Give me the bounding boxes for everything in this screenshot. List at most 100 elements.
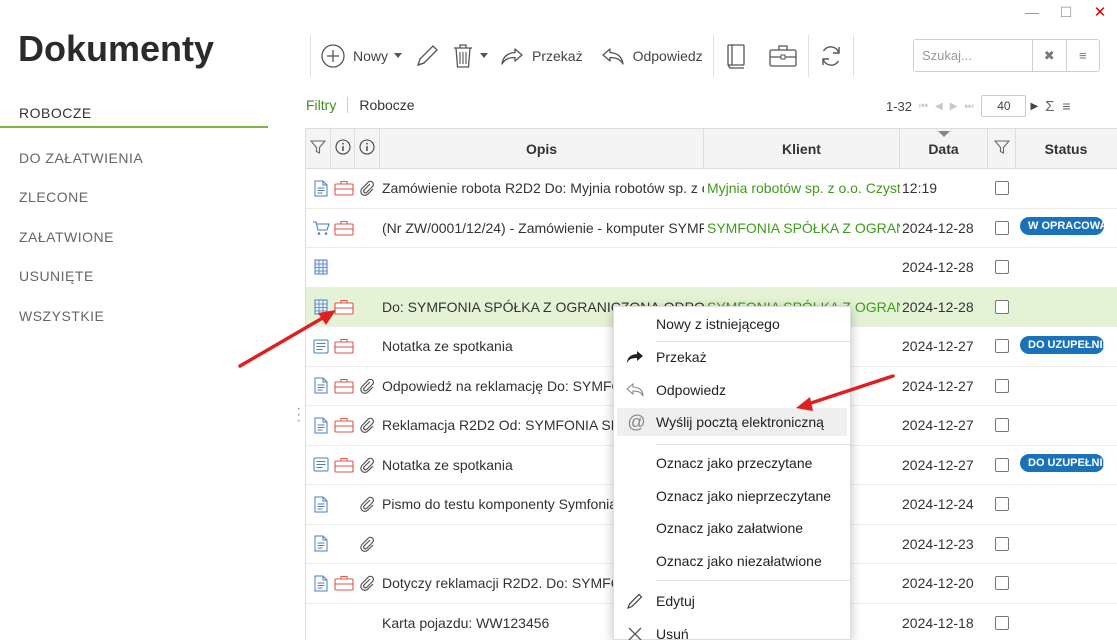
data-cell: 2024-12-27: [902, 417, 974, 434]
register-book-button[interactable]: [718, 35, 754, 77]
row-checkbox[interactable]: [995, 181, 1009, 196]
row-checkbox[interactable]: [995, 378, 1009, 393]
sum-icon[interactable]: Σ: [1045, 98, 1054, 115]
row-icons: [306, 178, 380, 198]
klient-cell[interactable]: Myjnia robotów sp. z o.o. Czysta: [704, 180, 900, 196]
first-page-icon[interactable]: ⏮: [919, 101, 928, 112]
menu-item-mark-read[interactable]: Oznacz jako przeczytane: [614, 449, 850, 477]
empty-icon-slot: [335, 494, 354, 514]
row-checkbox[interactable]: [995, 615, 1009, 630]
columns-menu-icon[interactable]: ≡: [1062, 98, 1070, 114]
info-column-header-2[interactable]: [355, 129, 380, 168]
row-checkbox[interactable]: [995, 536, 1009, 551]
empty-icon-slot: [335, 613, 354, 633]
menu-item-send-email[interactable]: @ Wyślij pocztą elektroniczną: [617, 408, 847, 436]
row-checkbox[interactable]: [995, 418, 1009, 433]
document-icon: [312, 534, 331, 554]
menu-item-reply[interactable]: Odpowiedz: [614, 376, 850, 404]
maximize-button[interactable]: ☐: [1049, 2, 1083, 22]
search-menu-button[interactable]: ≡: [1065, 40, 1100, 71]
per-page-input[interactable]: 40: [981, 95, 1027, 117]
briefcase-icon: [334, 376, 354, 396]
row-flag-cell: [988, 378, 1016, 393]
klient-cell[interactable]: SYMFONIA SPÓŁKA Z OGRANICZONĄ: [704, 220, 900, 236]
row-icons: [306, 297, 380, 317]
info-column-header[interactable]: [331, 129, 355, 168]
row-icons: [306, 613, 380, 633]
data-cell: 2024-12-24: [902, 496, 974, 513]
minimize-button[interactable]: —: [1015, 2, 1049, 22]
menu-item-mark-not-done[interactable]: Oznacz jako niezałatwione: [614, 547, 850, 575]
plus-circle-icon: [321, 43, 345, 68]
data-cell: 12:19: [902, 180, 938, 197]
menu-item-delete[interactable]: Usuń: [614, 620, 850, 640]
empty-icon-slot: [357, 613, 376, 633]
status-badge: W OPRACOWANIU: [1020, 217, 1104, 236]
data-cell: 2024-12-20: [902, 575, 974, 592]
per-page-arrow-icon[interactable]: ▶: [1030, 101, 1038, 112]
data-column-label: Data: [928, 140, 959, 157]
menu-item-mark-done[interactable]: Oznacz jako załatwione: [614, 514, 850, 542]
opis-column-header[interactable]: Opis: [380, 129, 704, 168]
data-cell: 2024-12-27: [902, 377, 974, 394]
table-row[interactable]: Zamówienie robota R2D2 Do: Myjnia robotó…: [306, 169, 1117, 209]
row-icons: [306, 415, 380, 435]
row-checkbox[interactable]: [995, 339, 1009, 354]
chevron-down-icon[interactable]: [480, 53, 489, 58]
row-icons: [306, 455, 380, 475]
pencil-icon: [614, 592, 656, 610]
menu-item-mark-unread[interactable]: Oznacz jako nieprzeczytane: [614, 482, 850, 510]
status-column-header[interactable]: Status: [1016, 129, 1116, 168]
row-checkbox[interactable]: [995, 457, 1009, 472]
row-flag-cell: [988, 181, 1016, 196]
sidebar-item-zlecone[interactable]: ZLECONE: [0, 178, 268, 218]
last-page-icon[interactable]: ⏭: [964, 101, 973, 112]
forward-icon: [500, 46, 524, 66]
menu-item-edit[interactable]: Edytuj: [614, 587, 850, 615]
sidebar-item-do-zalatwienia[interactable]: DO ZAŁATWIENIA: [0, 138, 268, 178]
row-checkbox[interactable]: [995, 260, 1009, 275]
sidebar-item-usuniete[interactable]: USUNIĘTE: [0, 257, 268, 297]
row-checkbox[interactable]: [995, 220, 1009, 235]
briefcase-icon: [334, 573, 354, 593]
briefcase-icon: [334, 297, 354, 317]
status-badge: DO UZUPEŁNIENIA: [1020, 335, 1104, 354]
flag-column-header[interactable]: [988, 129, 1016, 168]
search-box: ✖ ≡: [913, 39, 1100, 72]
sidebar-item-wszystkie[interactable]: WSZYSTKIE: [0, 296, 268, 336]
delete-button[interactable]: [446, 35, 494, 77]
refresh-button[interactable]: [813, 35, 849, 77]
table-row[interactable]: 2024-12-28: [306, 248, 1117, 288]
forward-button[interactable]: Przekaż: [494, 35, 589, 77]
note-icon: [312, 336, 330, 356]
new-button[interactable]: Nowy: [315, 35, 408, 77]
clear-search-button[interactable]: ✖: [1032, 40, 1066, 71]
search-input[interactable]: [914, 40, 1032, 71]
document-icon: [312, 573, 330, 593]
next-page-icon[interactable]: ▶: [950, 101, 958, 112]
menu-item-new-from-existing[interactable]: Nowy z istniejącego: [614, 310, 850, 338]
drag-handle-icon[interactable]: · · ·: [296, 401, 302, 429]
prev-page-icon[interactable]: ◀: [935, 101, 943, 112]
sidebar-item-zalatwione[interactable]: ZAŁATWIONE: [0, 217, 268, 257]
row-checkbox[interactable]: [995, 576, 1009, 591]
row-checkbox[interactable]: [995, 497, 1009, 512]
close-window-button[interactable]: ✕: [1083, 2, 1117, 22]
klient-column-header[interactable]: Klient: [704, 129, 900, 168]
sidebar-item-robocze[interactable]: ROBOCZE: [0, 100, 268, 128]
reply-button[interactable]: Odpowiedz: [595, 35, 709, 77]
row-flag-cell: [988, 260, 1016, 275]
edit-button[interactable]: [408, 35, 446, 77]
data-cell: 2024-12-28: [902, 259, 974, 276]
data-column-header[interactable]: Data: [900, 129, 988, 168]
row-checkbox[interactable]: [995, 299, 1009, 314]
pager: 1-32 ⏮ ◀ ▶ ⏭ 40 ▶ Σ ≡: [886, 95, 1071, 117]
data-cell: 2024-12-23: [902, 535, 974, 552]
filter-column-header[interactable]: [306, 129, 331, 168]
filters-link[interactable]: Filtry: [306, 97, 336, 113]
clear-icon: ✖: [1043, 47, 1055, 63]
close-icon: [614, 626, 656, 640]
case-button[interactable]: [762, 35, 804, 77]
table-row[interactable]: (Nr ZW/0001/12/24) - Zamówienie - komput…: [306, 209, 1117, 248]
menu-item-forward[interactable]: Przekaż: [614, 343, 850, 371]
